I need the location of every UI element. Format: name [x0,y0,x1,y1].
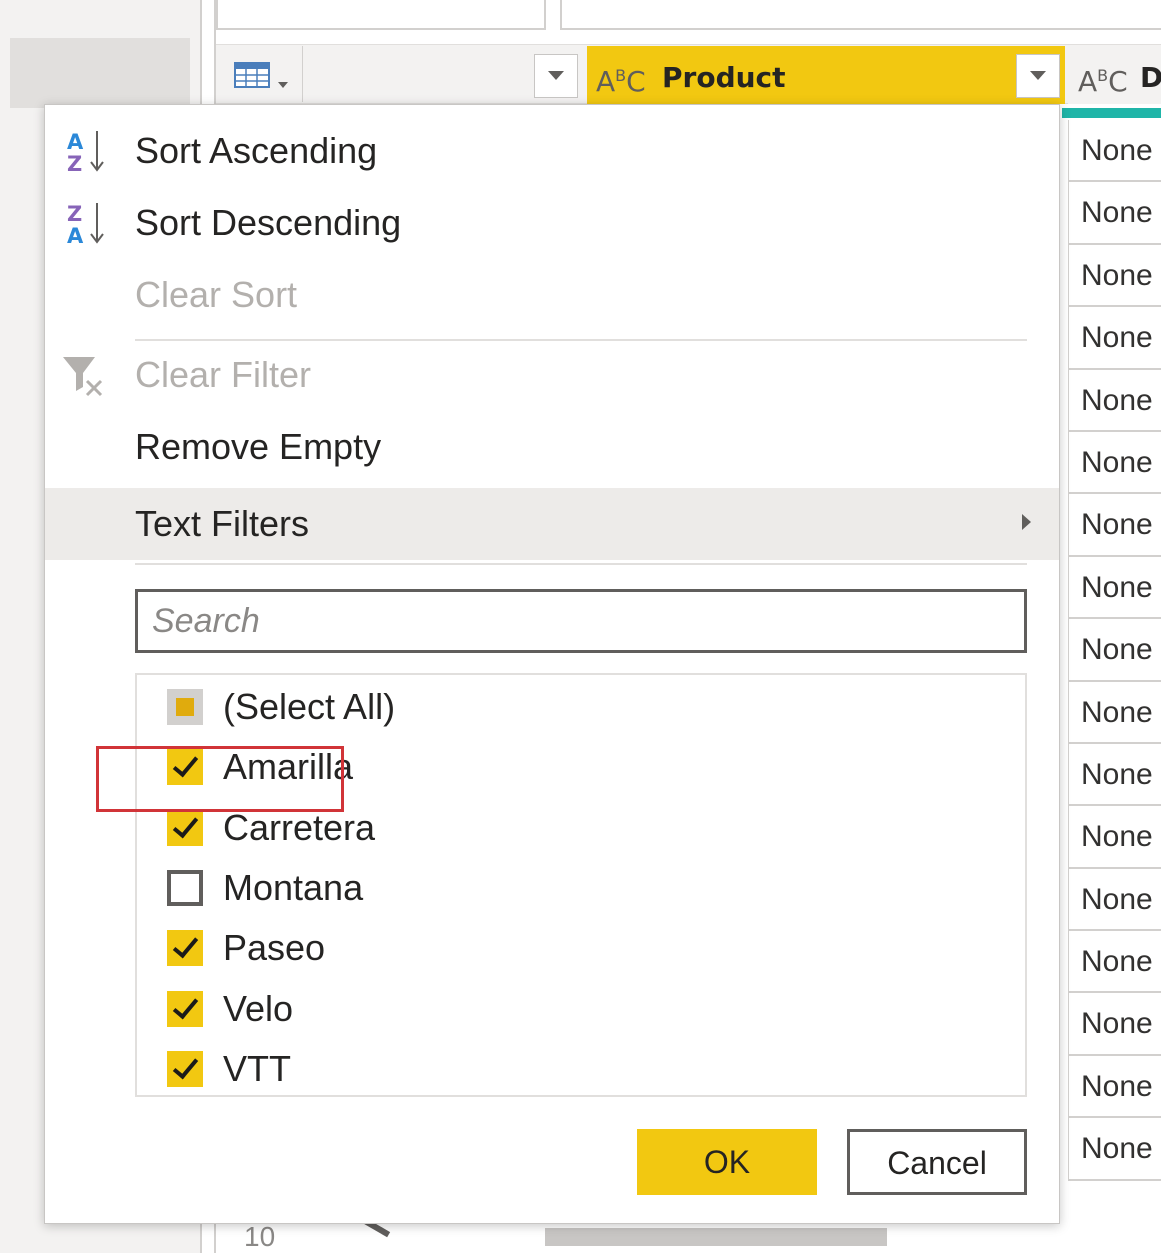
clear-sort-label: Clear Sort [135,274,298,315]
search-box[interactable] [135,589,1027,653]
sort-descending-label: Sort Descending [135,202,402,243]
list-item[interactable]: Paseo [165,922,765,974]
chevron-down-icon [278,82,288,88]
checkbox-unchecked[interactable] [167,869,203,906]
list-item-label: (Select All) [223,686,396,727]
clear-sort-item: Clear Sort [45,259,1059,331]
menu-divider [135,563,1027,565]
text-filters-label: Text Filters [135,503,310,544]
svg-text:Z: Z [67,202,82,226]
text-filters-item[interactable]: Text Filters [45,488,1059,560]
product-filter-dropdown[interactable] [1016,54,1060,98]
list-item[interactable]: (Select All) [165,681,765,733]
table-cell[interactable]: None [1068,993,1161,1056]
list-item-label: Montana [223,866,364,908]
ok-button[interactable]: OK [637,1129,817,1195]
table-cell[interactable]: None [1068,369,1161,432]
product-column-label: Product [662,61,786,94]
clear-filter-item: Clear Filter [45,339,1059,411]
checkbox-checked[interactable] [167,930,203,967]
list-item-label: VTT [223,1047,291,1089]
table-cell[interactable]: None [1068,619,1161,682]
table-cell[interactable]: None [1068,120,1161,183]
column-filter-dropdown[interactable] [534,54,578,98]
chevron-down-icon [548,71,564,80]
list-item[interactable]: Velo [165,983,765,1035]
column-filter-menu: A Z Sort Ascending Z A Sort Descending C… [44,104,1060,1224]
annotation-highlight-box [96,746,344,812]
remove-empty-label: Remove Empty [135,426,382,467]
search-input[interactable] [138,592,1024,650]
checkbox-partial[interactable] [167,689,203,725]
checkbox-checked[interactable] [167,809,203,846]
clear-filter-label: Clear Filter [135,354,312,395]
abc-text-type-icon[interactable]: ABC [1078,56,1128,98]
table-cell[interactable]: None [1068,1118,1161,1181]
table-cell[interactable]: None [1068,307,1161,370]
checkbox-checked[interactable] [167,990,203,1027]
table-cell[interactable]: None [1068,806,1161,869]
next-column-label: D [1140,61,1161,94]
row-number: 10 [244,1221,276,1252]
abc-text-type-icon[interactable]: ABC [596,56,646,98]
next-column-cells: None None None None None None None None None None… [1068,120,1161,1192]
chevron-right-icon [1022,514,1031,530]
table-cell[interactable]: None [1068,494,1161,557]
list-item[interactable]: Montana [165,862,765,914]
product-column-header[interactable] [587,46,1065,104]
svg-text:A: A [67,224,84,247]
chevron-down-icon [1030,71,1046,80]
table-cell[interactable]: None [1068,431,1161,495]
table-cell[interactable]: None [1068,743,1161,807]
svg-text:A: A [67,130,84,154]
table-cell[interactable]: None [1068,931,1161,994]
value-list[interactable]: (Select All) Amarilla Carretera Montana Pase… [135,673,1027,1097]
table-icon[interactable] [234,62,270,88]
clear-filter-icon [63,357,103,397]
horizontal-scrollbar[interactable] [545,1228,887,1246]
cancel-button[interactable]: Cancel [847,1129,1027,1195]
column-quality-bar [1062,108,1161,118]
selected-query-row[interactable] [10,38,190,108]
sort-ascending-item[interactable]: A Z Sort Ascending [45,115,1059,187]
list-item[interactable]: VTT [165,1043,765,1095]
table-cell[interactable]: None [1068,556,1161,620]
table-cell[interactable]: None [1068,681,1161,744]
sort-ascending-label: Sort Ascending [135,130,378,171]
formula-bar[interactable] [560,0,1161,30]
list-item-label: Velo [223,987,294,1029]
sort-descending-icon: Z A [67,202,104,247]
checkbox-checked[interactable] [167,1050,203,1087]
sort-ascending-icon: A Z [67,130,104,175]
svg-text:Z: Z [67,152,82,175]
remove-empty-item[interactable]: Remove Empty [45,411,1059,483]
table-cell[interactable]: None [1068,1055,1161,1119]
table-cell[interactable]: None [1068,868,1161,932]
formula-bar-name-box[interactable] [216,0,546,30]
sort-descending-item[interactable]: Z A Sort Descending [45,187,1059,259]
list-item-label: Paseo [223,927,326,969]
table-cell[interactable]: None [1068,182,1161,245]
table-cell[interactable]: None [1068,244,1161,308]
